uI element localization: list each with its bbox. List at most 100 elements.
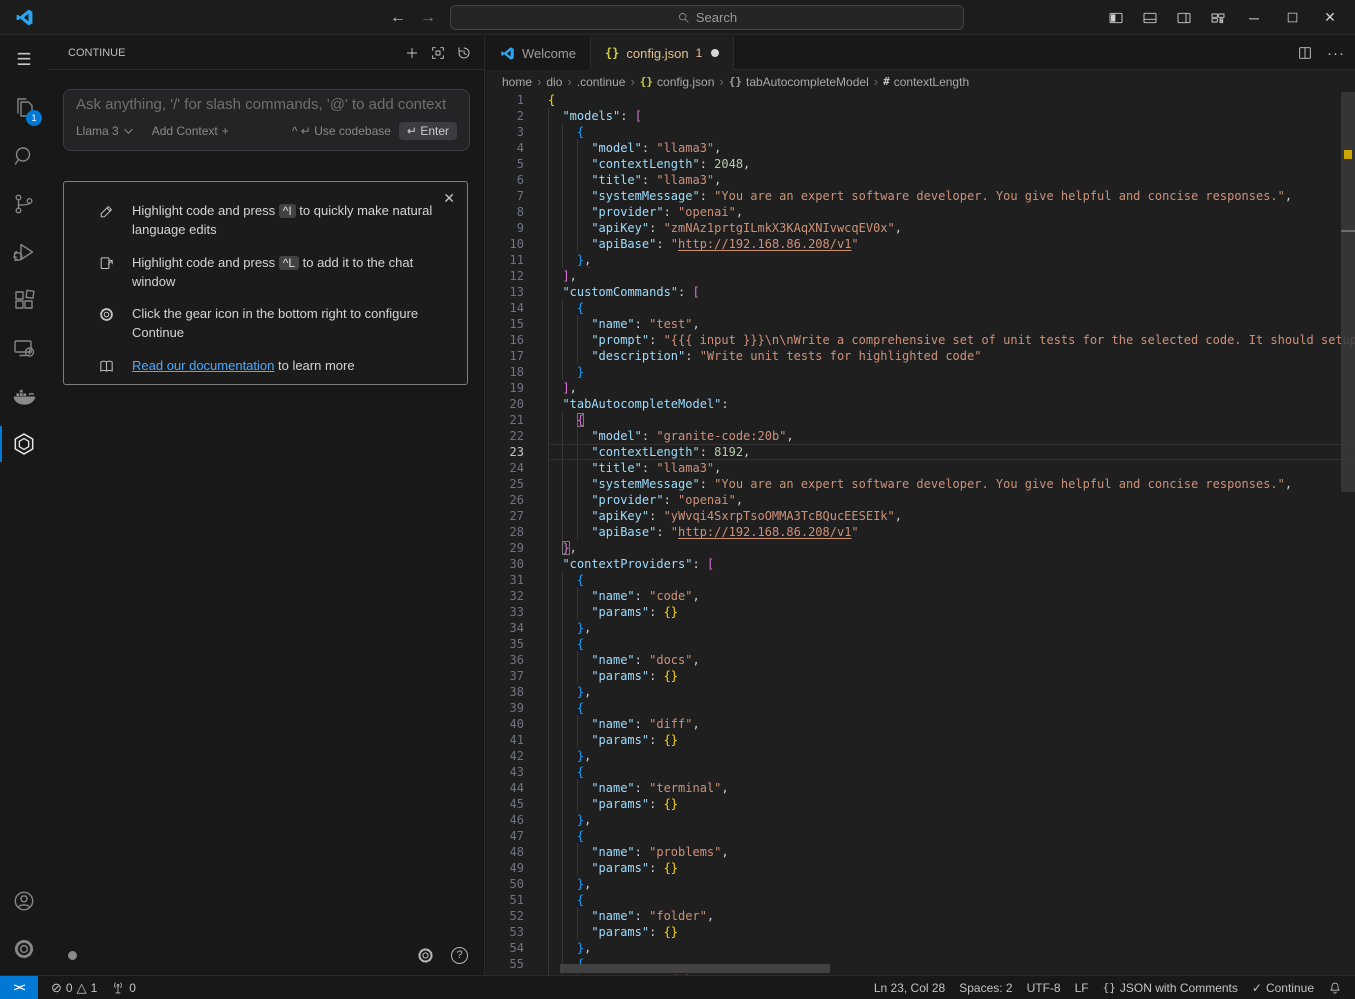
code-text[interactable]: "params": {} — [548, 604, 1355, 620]
code-line[interactable]: 7"systemMessage": "You are an expert sof… — [486, 188, 1355, 204]
code-text[interactable]: }, — [548, 620, 1355, 636]
code-text[interactable]: }, — [548, 748, 1355, 764]
code-text[interactable]: "apiKey": "yWvqi4SxrpTsoOMMA3TcBQucEESEI… — [548, 508, 1355, 524]
code-text[interactable]: "provider": "openai", — [548, 492, 1355, 508]
code-line[interactable]: 32"name": "code", — [486, 588, 1355, 604]
line-number[interactable]: 22 — [486, 428, 524, 444]
breadcrumb-item[interactable]: .continue — [577, 75, 626, 89]
code-text[interactable]: "model": "llama3", — [548, 140, 1355, 156]
configure-gear-icon[interactable] — [416, 946, 435, 965]
search-view-icon[interactable] — [0, 132, 48, 180]
code-line[interactable]: 50}, — [486, 876, 1355, 892]
line-number[interactable]: 13 — [486, 284, 524, 300]
code-text[interactable]: { — [548, 124, 1355, 140]
nav-back-icon[interactable]: ← — [390, 9, 406, 27]
continue-extension-icon[interactable] — [0, 420, 48, 468]
code-line[interactable]: 31 { — [486, 572, 1355, 588]
code-line[interactable]: 26 "provider": "openai", — [486, 492, 1355, 508]
line-number[interactable]: 42 — [486, 748, 524, 764]
code-text[interactable]: "params": {} — [548, 924, 1355, 940]
line-number[interactable]: 5 — [486, 156, 524, 172]
line-number[interactable]: 36 — [486, 652, 524, 668]
code-text[interactable]: { — [548, 572, 1355, 588]
more-actions-icon[interactable]: ··· — [1327, 45, 1345, 62]
toggle-sidebar-icon[interactable] — [1101, 4, 1131, 32]
code-line[interactable]: 17 "description": "Write unit tests for h… — [486, 348, 1355, 364]
code-line[interactable]: 44 "name": "terminal", — [486, 780, 1355, 796]
line-number[interactable]: 51 — [486, 892, 524, 908]
code-text[interactable]: "apiBase": "http://192.168.86.208/v1" — [548, 524, 1355, 540]
code-line[interactable]: 38}, — [486, 684, 1355, 700]
accounts-icon[interactable] — [0, 877, 48, 925]
code-line[interactable]: 41"params": {} — [486, 732, 1355, 748]
code-line[interactable]: 8 "provider": "openai", — [486, 204, 1355, 220]
line-number[interactable]: 10 — [486, 236, 524, 252]
source-control-icon[interactable] — [0, 180, 48, 228]
code-line[interactable]: 54}, — [486, 940, 1355, 956]
code-text[interactable]: "params": {} — [548, 860, 1355, 876]
line-number[interactable]: 19 — [486, 380, 524, 396]
code-line[interactable]: 19], — [486, 380, 1355, 396]
code-line[interactable]: 14{ — [486, 300, 1355, 316]
code-text[interactable]: "name": "docs", — [548, 652, 1355, 668]
line-number[interactable]: 55 — [486, 956, 524, 972]
code-text[interactable]: "contextProviders": [ — [548, 556, 1355, 572]
line-number[interactable]: 3 — [486, 124, 524, 140]
line-number[interactable]: 32 — [486, 588, 524, 604]
cursor-position[interactable]: Ln 23, Col 28 — [867, 976, 952, 999]
chat-input[interactable] — [76, 96, 457, 113]
code-line[interactable]: 9"apiKey": "zmNAz1prtgILmkX3KAqXNIvwcqEV… — [486, 220, 1355, 236]
explorer-icon[interactable]: 1 — [0, 84, 48, 132]
enter-button[interactable]: ↵ Enter — [399, 122, 457, 140]
help-icon[interactable]: ? — [451, 947, 468, 964]
code-line[interactable]: 16"prompt": "{{{ input }}}\n\nWrite a co… — [486, 332, 1355, 348]
line-number[interactable]: 18 — [486, 364, 524, 380]
code-text[interactable]: "systemMessage": "You are an expert soft… — [548, 188, 1355, 204]
line-number[interactable]: 44 — [486, 780, 524, 796]
code-line[interactable]: 10"apiBase": "http://192.168.86.208/v1" — [486, 236, 1355, 252]
docker-icon[interactable] — [0, 372, 48, 420]
code-text[interactable]: "systemMessage": "You are an expert soft… — [548, 476, 1355, 492]
modified-dot-icon[interactable] — [711, 49, 719, 57]
code-text[interactable]: "description": "Write unit tests for hig… — [548, 348, 1355, 364]
remote-explorer-icon[interactable] — [0, 324, 48, 372]
code-line[interactable]: 53"params": {} — [486, 924, 1355, 940]
line-number[interactable]: 26 — [486, 492, 524, 508]
line-number[interactable]: 20 — [486, 396, 524, 412]
code-line[interactable]: 3{ — [486, 124, 1355, 140]
line-number[interactable]: 45 — [486, 796, 524, 812]
code-text[interactable]: "params": {} — [548, 732, 1355, 748]
new-session-icon[interactable] — [404, 45, 420, 61]
line-number[interactable]: 6 — [486, 172, 524, 188]
code-line[interactable]: 1{ — [486, 92, 1355, 108]
customize-layout-icon[interactable] — [1203, 4, 1233, 32]
nav-forward-icon[interactable]: → — [420, 9, 436, 27]
notifications[interactable] — [1321, 976, 1349, 999]
code-line[interactable]: 4"model": "llama3", — [486, 140, 1355, 156]
settings-gear-icon[interactable] — [0, 925, 48, 973]
line-number[interactable]: 52 — [486, 908, 524, 924]
code-text[interactable]: }, — [548, 876, 1355, 892]
breadcrumb-item[interactable]: {}config.json — [640, 75, 715, 89]
code-text[interactable]: "name": "terminal", — [548, 780, 1355, 796]
line-number[interactable]: 34 — [486, 620, 524, 636]
code-line[interactable]: 52"name": "folder", — [486, 908, 1355, 924]
line-number[interactable]: 17 — [486, 348, 524, 364]
line-number[interactable]: 31 — [486, 572, 524, 588]
line-number[interactable]: 12 — [486, 268, 524, 284]
code-line[interactable]: 40"name": "diff", — [486, 716, 1355, 732]
code-text[interactable]: "params": {} — [548, 796, 1355, 812]
fullscreen-icon[interactable] — [430, 45, 446, 61]
code-text[interactable]: { — [548, 412, 1355, 428]
line-number[interactable]: 8 — [486, 204, 524, 220]
code-text[interactable]: { — [548, 300, 1355, 316]
line-number[interactable]: 40 — [486, 716, 524, 732]
code-line[interactable]: 37"params": {} — [486, 668, 1355, 684]
line-number[interactable]: 11 — [486, 252, 524, 268]
code-text[interactable]: "provider": "openai", — [548, 204, 1355, 220]
breadcrumb-item[interactable]: {}tabAutocompleteModel — [729, 75, 869, 89]
model-select[interactable]: Llama 3 — [76, 124, 130, 138]
code-line[interactable]: 21{ — [486, 412, 1355, 428]
code-text[interactable]: "model": "granite-code:20b", — [548, 428, 1355, 444]
code-line[interactable]: 20"tabAutocompleteModel": — [486, 396, 1355, 412]
